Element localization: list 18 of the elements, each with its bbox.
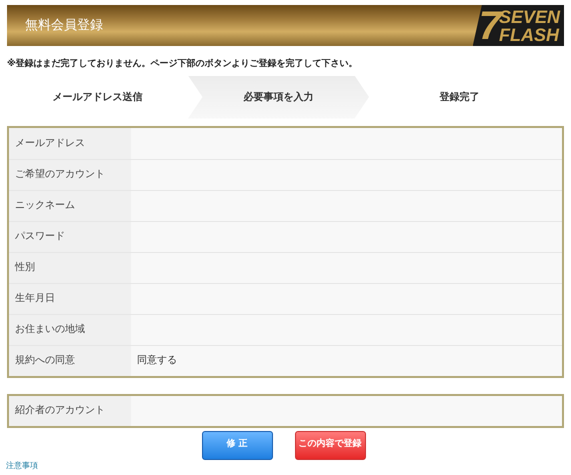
field-label: お住まいの地域 <box>9 314 131 344</box>
notes-link[interactable]: 注意事項 <box>6 460 571 470</box>
field-label: ご希望のアカウント <box>9 160 131 190</box>
field-label: 生年月日 <box>9 284 131 314</box>
field-label: ニックネーム <box>9 190 131 220</box>
register-button[interactable]: この内容で登録 <box>294 430 366 460</box>
notice-text: ※登録はまだ完了しておりません。ページ下部のボタンよりご登録を完了して下さい。 <box>7 58 359 71</box>
edit-button[interactable]: 修 正 <box>202 430 272 460</box>
step-item: メールアドレス送信 <box>52 90 144 104</box>
field-label: 紹介者のアカウント <box>9 396 131 426</box>
step-item: 必要事項を入力 <box>188 76 369 118</box>
field-label: 性別 <box>9 252 131 282</box>
field-value: 同意する <box>137 354 177 368</box>
field-label: メールアドレス <box>9 128 131 158</box>
step-item: 登録完了 <box>438 90 480 104</box>
field-label: 規約への同意 <box>9 346 131 376</box>
field-label: パスワード <box>9 222 131 252</box>
page-title: 無料会員登録 <box>25 16 103 35</box>
